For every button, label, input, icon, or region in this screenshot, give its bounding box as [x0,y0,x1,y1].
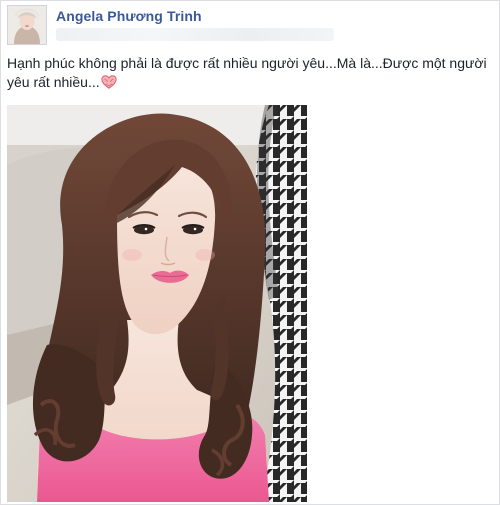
post-meta-blurred [56,28,334,41]
post-photo[interactable] [7,105,307,502]
status-text: Hạnh phúc không phải là được rất nhiều n… [7,55,487,90]
heart-icon [100,75,117,89]
selfie-photo [7,105,307,502]
profile-avatar[interactable] [7,5,47,45]
status-message: Hạnh phúc không phải là được rất nhiều n… [7,54,493,92]
author-name-link[interactable]: Angela Phương Trinh [56,8,202,24]
avatar-image [8,6,46,44]
post-card: Angela Phương Trinh Hạnh phúc không phải… [0,0,500,505]
